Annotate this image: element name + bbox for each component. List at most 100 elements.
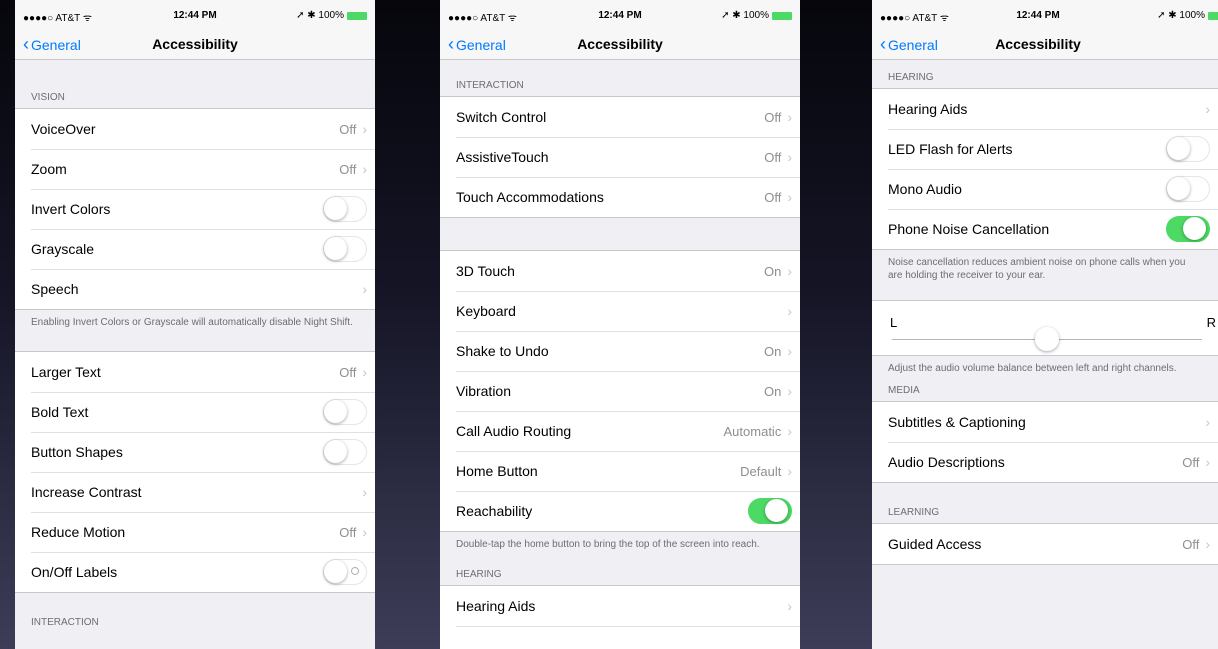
- invert-colors-toggle[interactable]: [323, 196, 367, 222]
- chevron-right-icon: ›: [362, 364, 367, 380]
- chevron-right-icon: ›: [362, 281, 367, 297]
- cell-3d-touch[interactable]: 3D Touch On ›: [440, 251, 800, 291]
- cell-audio-descriptions[interactable]: Audio Descriptions Off ›: [872, 442, 1218, 482]
- phone-screen-1: ●●●●○ AT&T ᯤ 12:44 PM ➚ ✱ 100% ‹ General …: [15, 0, 375, 649]
- battery-icon: [772, 11, 792, 20]
- vision-group: VoiceOver Off › Zoom Off › Invert Colors Gra…: [15, 108, 375, 310]
- cell-vibration[interactable]: Vibration On ›: [440, 371, 800, 411]
- section-header-hearing: HEARING: [888, 72, 934, 83]
- off-label-icon: [351, 567, 359, 575]
- chevron-right-icon: ›: [362, 121, 367, 137]
- status-bar: ●●●●○ AT&T ᯤ 12:44 PM ➚ ✱ 100%: [15, 0, 375, 30]
- chevron-right-icon: ›: [787, 189, 792, 205]
- bold-text-toggle[interactable]: [323, 399, 367, 425]
- cell-shake-to-undo[interactable]: Shake to Undo On ›: [440, 331, 800, 371]
- chevron-right-icon: ›: [1205, 414, 1210, 430]
- balance-slider-row: L R: [872, 300, 1218, 356]
- device-group: 3D Touch On › Keyboard › Shake to Undo On › V…: [440, 250, 800, 532]
- mono-audio-toggle[interactable]: [1166, 176, 1210, 202]
- cell-invert-colors: Invert Colors: [15, 189, 375, 229]
- page-title: Accessibility: [577, 36, 663, 52]
- cell-keyboard[interactable]: Keyboard ›: [440, 291, 800, 331]
- cell-button-shapes: Button Shapes: [15, 432, 375, 472]
- page-title: Accessibility: [995, 36, 1081, 52]
- phone-screen-2: ●●●●○ AT&T ᯤ 12:44 PM ➚ ✱ 100% ‹ General …: [440, 0, 800, 649]
- cell-mono-audio: Mono Audio: [872, 169, 1218, 209]
- chevron-right-icon: ›: [787, 463, 792, 479]
- chevron-right-icon: ›: [787, 598, 792, 614]
- reachability-toggle[interactable]: [748, 498, 792, 524]
- balance-footer: Adjust the audio volume balance between …: [888, 363, 1177, 374]
- status-bar: ●●●●○ AT&T ᯤ 12:44 PM ➚ ✱ 100%: [440, 0, 800, 30]
- section-header-learning: LEARNING: [888, 507, 940, 518]
- cell-onoff-labels: On/Off Labels: [15, 552, 375, 592]
- interaction-group: Switch Control Off › AssistiveTouch Off › To…: [440, 96, 800, 218]
- clock: 12:44 PM: [1016, 10, 1060, 21]
- balance-left-label: L: [890, 315, 898, 330]
- status-bar: ●●●●○ AT&T ᯤ 12:44 PM ➚ ✱ 100%: [872, 0, 1218, 30]
- chevron-right-icon: ›: [362, 161, 367, 177]
- cell-voiceover[interactable]: VoiceOver Off ›: [15, 109, 375, 149]
- cell-call-audio-routing[interactable]: Call Audio Routing Automatic ›: [440, 411, 800, 451]
- cell-reduce-motion[interactable]: Reduce Motion Off ›: [15, 512, 375, 552]
- chevron-right-icon: ›: [1205, 101, 1210, 117]
- chevron-right-icon: ›: [787, 303, 792, 319]
- led-flash-toggle[interactable]: [1166, 136, 1210, 162]
- battery-icon: [1208, 11, 1218, 20]
- chevron-right-icon: ›: [362, 484, 367, 500]
- reachability-footer: Double-tap the home button to bring the …: [456, 539, 760, 550]
- cell-assistivetouch[interactable]: AssistiveTouch Off ›: [440, 137, 800, 177]
- cell-larger-text[interactable]: Larger Text Off ›: [15, 352, 375, 392]
- chevron-right-icon: ›: [787, 149, 792, 165]
- chevron-right-icon: ›: [787, 423, 792, 439]
- chevron-right-icon: ›: [362, 524, 367, 540]
- cell-switch-control[interactable]: Switch Control Off ›: [440, 97, 800, 137]
- cell-speech[interactable]: Speech ›: [15, 269, 375, 309]
- cell-hearing-aids[interactable]: Hearing Aids ›: [872, 89, 1218, 129]
- section-header-interaction: INTERACTION: [456, 80, 524, 91]
- battery-label: ➚ ✱ 100%: [1157, 10, 1205, 21]
- section-header-vision: VISION: [31, 92, 65, 103]
- grayscale-toggle[interactable]: [323, 236, 367, 262]
- cell-bold-text: Bold Text: [15, 392, 375, 432]
- chevron-right-icon: ›: [787, 263, 792, 279]
- cell-guided-access[interactable]: Guided Access Off ›: [872, 524, 1218, 564]
- cell-hearing-aids[interactable]: Hearing Aids ›: [440, 586, 800, 626]
- battery-icon: [347, 11, 367, 20]
- cell-grayscale: Grayscale: [15, 229, 375, 269]
- balance-slider-thumb[interactable]: [1035, 327, 1059, 351]
- battery-label: ➚ ✱ 100%: [721, 10, 769, 21]
- chevron-right-icon: ›: [1205, 536, 1210, 552]
- noise-footer: Noise cancellation reduces ambient noise…: [888, 257, 1186, 281]
- learning-group: Guided Access Off ›: [872, 523, 1218, 565]
- onoff-labels-toggle[interactable]: [323, 559, 367, 585]
- section-header-hearing: HEARING: [456, 569, 502, 580]
- cell-increase-contrast[interactable]: Increase Contrast ›: [15, 472, 375, 512]
- cell-zoom[interactable]: Zoom Off ›: [15, 149, 375, 189]
- nav-bar: ‹ General Accessibility: [15, 30, 375, 60]
- noise-cancellation-toggle[interactable]: [1166, 216, 1210, 242]
- cell-subtitles-captioning[interactable]: Subtitles & Captioning ›: [872, 402, 1218, 442]
- phone-screen-3: ●●●●○ AT&T ᯤ 12:44 PM ➚ ✱ 100% ‹ General …: [872, 0, 1218, 649]
- battery-label: ➚ ✱ 100%: [296, 10, 344, 21]
- chevron-right-icon: ›: [787, 109, 792, 125]
- cell-home-button[interactable]: Home Button Default ›: [440, 451, 800, 491]
- cell-reachability: Reachability: [440, 491, 800, 531]
- button-shapes-toggle[interactable]: [323, 439, 367, 465]
- balance-right-label: R: [1206, 315, 1216, 330]
- vision-footer: Enabling Invert Colors or Grayscale will…: [31, 317, 353, 328]
- section-header-interaction: INTERACTION: [31, 617, 99, 628]
- chevron-right-icon: ›: [787, 383, 792, 399]
- page-title: Accessibility: [152, 36, 238, 52]
- nav-bar: ‹ General Accessibility: [872, 30, 1218, 60]
- media-group: Subtitles & Captioning › Audio Descriptio…: [872, 401, 1218, 483]
- text-group: Larger Text Off › Bold Text Button Shapes …: [15, 351, 375, 593]
- section-header-media: MEDIA: [888, 385, 920, 396]
- chevron-right-icon: ›: [787, 343, 792, 359]
- cell-touch-accommodations[interactable]: Touch Accommodations Off ›: [440, 177, 800, 217]
- hearing-group: Hearing Aids ›: [440, 585, 800, 649]
- hearing-group: Hearing Aids › LED Flash for Alerts Mono …: [872, 88, 1218, 250]
- nav-bar: ‹ General Accessibility: [440, 30, 800, 60]
- cell-phone-noise-cancellation: Phone Noise Cancellation: [872, 209, 1218, 249]
- chevron-right-icon: ›: [1205, 454, 1210, 470]
